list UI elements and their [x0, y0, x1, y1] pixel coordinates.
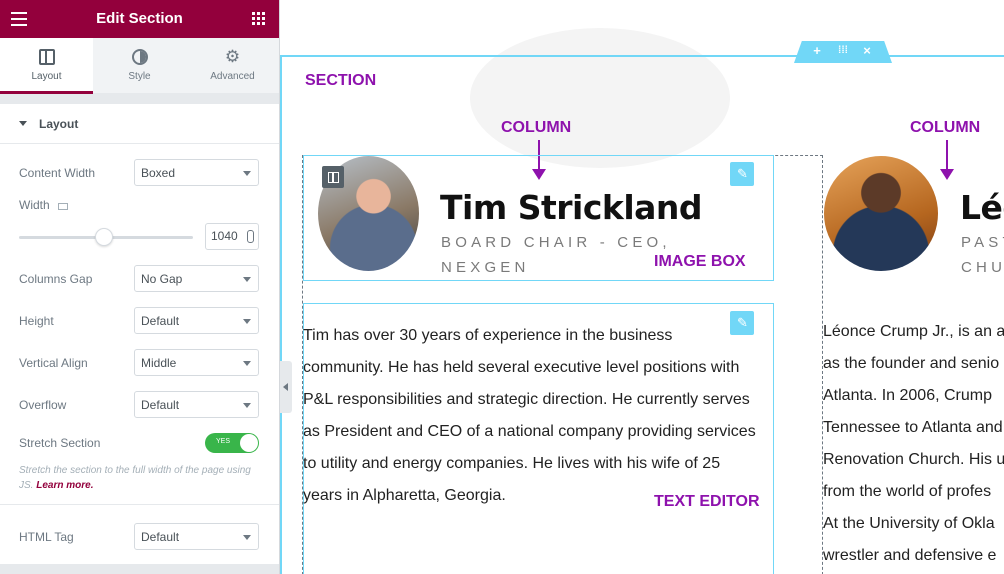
arrow-down-icon — [940, 140, 954, 180]
tab-style[interactable]: Style — [93, 38, 186, 93]
bio-line: Léonce Crump Jr., is an a — [823, 323, 1004, 340]
vertical-align-label: Vertical Align — [19, 355, 88, 370]
vertical-align-control: Vertical Align Middle — [19, 349, 259, 376]
content-width-select[interactable]: Boxed — [134, 159, 259, 186]
tab-layout[interactable]: Layout — [0, 38, 93, 94]
desktop-icon[interactable] — [57, 202, 68, 210]
bio-text: Tim has over 30 years of experience in t… — [303, 320, 756, 512]
person-title: CHU — [961, 259, 1004, 276]
tab-layout-label: Layout — [31, 71, 62, 82]
height-control: Height Default — [19, 307, 259, 334]
text-editor-annotation: TEXT EDITOR — [654, 493, 760, 510]
width-slider-handle[interactable] — [95, 228, 113, 246]
edit-panel: Edit Section Layout Style ⚙ Advanced Lay… — [0, 0, 280, 574]
column-annotation-1: COLUMN — [501, 119, 572, 136]
edit-pencil-icon[interactable]: ✎ — [730, 162, 754, 186]
bio-line: Atlanta. In 2006, Crump — [823, 387, 992, 404]
column-annotation-2: COLUMN — [910, 119, 981, 136]
bio-line: Tim has over 30 years of experience in t… — [303, 327, 673, 344]
preview-canvas: + ⁞⁞⁞ × SECTION COLUMN COLUMN ✎ Tim Stri… — [280, 0, 1004, 574]
separator — [0, 94, 279, 104]
gear-icon: ⚙ — [224, 47, 241, 66]
content-width-label: Content Width — [19, 165, 96, 180]
layout-icon — [38, 49, 55, 65]
height-label: Height — [19, 313, 54, 328]
add-section-icon[interactable]: + — [808, 43, 826, 58]
vertical-align-select[interactable]: Middle — [134, 349, 259, 376]
close-icon[interactable]: × — [858, 43, 876, 58]
divider — [0, 504, 279, 505]
panel-tabs: Layout Style ⚙ Advanced — [0, 38, 279, 94]
width-label: Width — [19, 198, 50, 212]
bio-line: community. He has held several executive… — [303, 359, 740, 376]
style-icon — [131, 49, 148, 65]
stretch-section-toggle[interactable]: YES — [205, 433, 259, 453]
bio-line: At the University of Okla — [823, 515, 995, 532]
html-tag-control: HTML Tag Default — [19, 523, 259, 550]
columns-gap-control: Columns Gap No Gap — [19, 265, 259, 292]
overflow-label: Overflow — [19, 397, 67, 412]
section-handle: + ⁞⁞⁞ × — [794, 41, 892, 63]
separator — [0, 564, 279, 574]
width-input[interactable]: 1040 — [205, 223, 259, 250]
collapse-panel-button[interactable] — [280, 361, 292, 413]
panel-header: Edit Section — [0, 0, 279, 38]
stretch-section-control: Stretch Section YES — [19, 433, 259, 453]
overflow-select[interactable]: Default — [134, 391, 259, 418]
widgets-grid-icon[interactable] — [252, 12, 265, 25]
person-title: BOARD CHAIR - CEO, — [441, 234, 671, 251]
height-select[interactable]: Default — [134, 307, 259, 334]
bio-line: Renovation Church. His u — [823, 451, 1004, 468]
section-annotation: SECTION — [305, 72, 377, 89]
image-box-annotation: IMAGE BOX — [654, 253, 746, 270]
caret-down-icon — [19, 121, 27, 126]
content-width-control: Content Width Boxed — [19, 159, 259, 186]
person-title: NEXGEN — [441, 259, 530, 276]
width-value: 1040 — [211, 229, 238, 243]
columns-gap-select[interactable]: No Gap — [134, 265, 259, 292]
toggle-yes-text: YES — [216, 438, 231, 445]
tab-style-label: Style — [128, 71, 151, 82]
avatar — [824, 156, 938, 271]
bio-line: to utility and energy companies. He live… — [303, 455, 721, 472]
stretch-section-label: Stretch Section — [19, 436, 101, 450]
learn-more-link[interactable]: Learn more. — [36, 480, 93, 491]
tab-advanced-label: Advanced — [210, 71, 255, 82]
bio-line: Tennessee to Atlanta and — [823, 419, 1003, 436]
panel-body: Layout Content Width Boxed Width 1040 Co… — [0, 94, 279, 574]
bio-line: as President and CEO of a national compa… — [303, 423, 756, 440]
layout-section-toggle[interactable]: Layout — [0, 104, 279, 144]
overflow-control: Overflow Default — [19, 391, 259, 418]
layout-section-heading: Layout — [39, 116, 79, 131]
bio-line: from the world of profes — [823, 483, 992, 500]
spinner-icon[interactable] — [247, 230, 254, 243]
editor-app: Edit Section Layout Style ⚙ Advanced Lay… — [0, 0, 1004, 574]
person-title: PAST — [961, 234, 1004, 251]
bio-line: as the founder and senio — [823, 355, 1000, 372]
panel-title: Edit Section — [96, 10, 183, 27]
person-name: Léo — [960, 188, 1004, 227]
width-control: Width — [19, 198, 259, 212]
tab-advanced[interactable]: ⚙ Advanced — [186, 38, 279, 93]
html-tag-label: HTML Tag — [19, 529, 74, 544]
column-handle-icon[interactable] — [322, 166, 344, 188]
toggle-knob — [240, 434, 258, 452]
columns-gap-label: Columns Gap — [19, 271, 93, 286]
bio-line: P&L responsibilities and strategic direc… — [303, 391, 750, 408]
html-tag-select[interactable]: Default — [134, 523, 259, 550]
bio-text: Léonce Crump Jr., is an a as the founder… — [823, 316, 1004, 572]
person-name: Tim Strickland — [440, 188, 703, 227]
bio-line: wrestler and defensive e — [823, 547, 997, 564]
stretch-help-text: Stretch the section to the full width of… — [19, 463, 259, 493]
drag-handle-icon[interactable]: ⁞⁞⁞ — [834, 45, 852, 56]
